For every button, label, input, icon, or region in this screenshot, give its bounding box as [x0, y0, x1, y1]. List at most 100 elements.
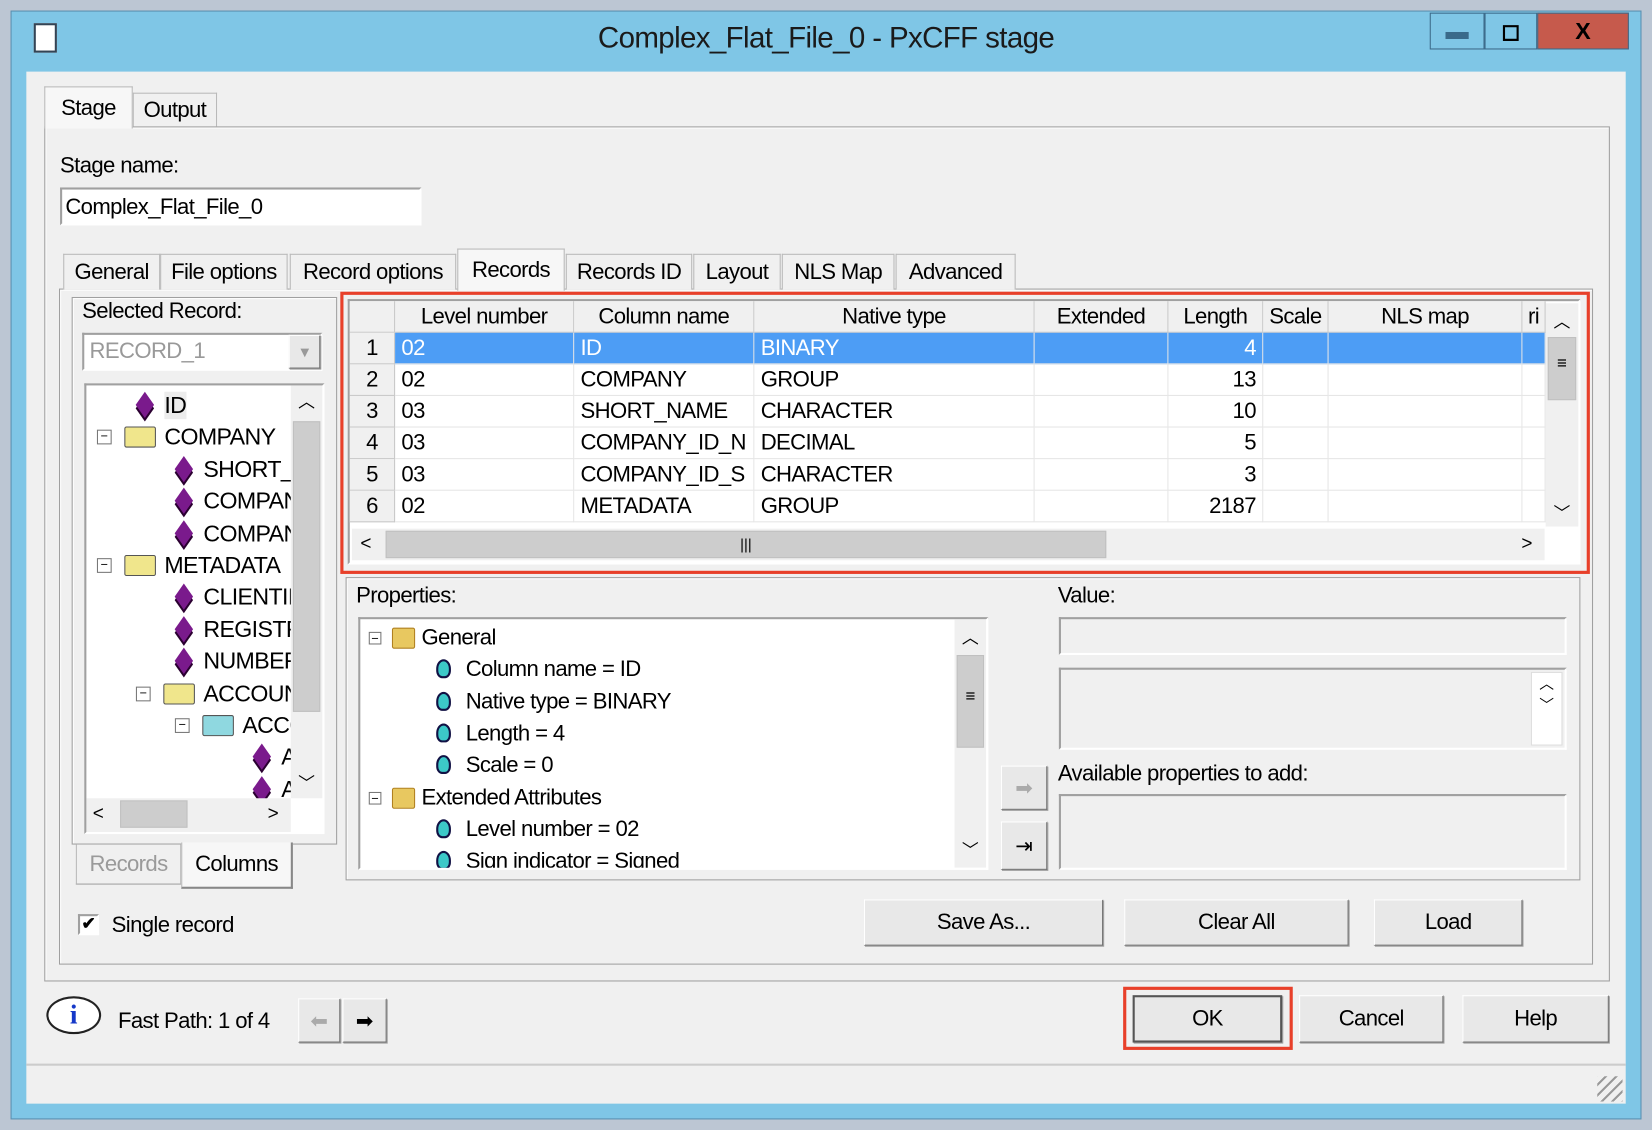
property-item[interactable]: Native type = BINARY: [360, 686, 950, 718]
column-header[interactable]: NLS map: [1328, 301, 1523, 333]
tree-item[interactable]: − METADATA: [86, 550, 297, 582]
add-property-button[interactable]: ➡: [1000, 765, 1048, 810]
tree-item[interactable]: SHORT_: [86, 454, 297, 486]
scroll-down-icon[interactable]: ﹀: [1546, 499, 1579, 524]
available-properties-list[interactable]: [1058, 794, 1567, 870]
tab-columns-bottom[interactable]: Columns: [181, 842, 293, 889]
collapse-icon[interactable]: −: [174, 718, 190, 733]
fast-path-back-button[interactable]: ⬅: [298, 998, 341, 1043]
chevron-down-icon[interactable]: ▼: [288, 334, 321, 369]
row-number[interactable]: 1: [349, 332, 396, 365]
collapse-icon[interactable]: −: [96, 430, 112, 445]
property-item[interactable]: Scale = 0: [360, 750, 950, 782]
scroll-left-icon[interactable]: <: [93, 802, 104, 824]
tree-vscrollbar[interactable]: ︿ ﹀: [290, 385, 323, 799]
column-header[interactable]: Scale: [1263, 301, 1329, 333]
tab-stage[interactable]: Stage: [44, 86, 133, 129]
tab-file-options[interactable]: File options: [160, 253, 288, 290]
property-item[interactable]: Sign indicator = Signed: [360, 846, 950, 868]
record-tree[interactable]: ID − COMPANY SHORT_ COMPAN COMPAN − METADATA CLI…: [84, 383, 325, 835]
table-row[interactable]: 2 02 COMPANY GROUP 13: [349, 364, 1546, 396]
property-item[interactable]: − Extended Attributes: [360, 782, 950, 814]
tree-item[interactable]: ID: [86, 390, 297, 422]
scroll-left-icon[interactable]: <: [360, 533, 371, 555]
row-number[interactable]: 2: [349, 364, 396, 396]
tab-records[interactable]: Records: [457, 248, 565, 291]
minimize-button[interactable]: ▬: [1429, 12, 1485, 50]
tab-layout[interactable]: Layout: [693, 253, 781, 290]
maximize-button[interactable]: ◻: [1484, 12, 1538, 50]
collapse-icon[interactable]: −: [368, 631, 382, 645]
props-vscrollbar[interactable]: ︿ ≡ ﹀: [954, 619, 987, 868]
scroll-up-icon[interactable]: ︿: [291, 388, 323, 413]
save-as-button[interactable]: Save As...: [863, 899, 1104, 946]
row-number[interactable]: 4: [349, 427, 396, 460]
tree-item[interactable]: COMPAN: [86, 486, 300, 518]
collapse-icon[interactable]: −: [96, 558, 112, 573]
table-row[interactable]: 5 03 COMPANY_ID_S CHARACTER 3: [349, 459, 1546, 491]
tree-hscrollbar[interactable]: < >: [86, 798, 291, 832]
collapse-icon[interactable]: −: [135, 686, 151, 701]
column-header[interactable]: Native type: [754, 301, 1035, 333]
help-button[interactable]: Help: [1462, 995, 1609, 1043]
tab-records-id[interactable]: Records ID: [565, 253, 693, 290]
scroll-up-icon[interactable]: ︿: [955, 623, 987, 648]
scroll-thumb[interactable]: ≡: [956, 655, 985, 748]
scroll-thumb[interactable]: [120, 800, 188, 828]
tree-item[interactable]: NUMBEF: [86, 646, 298, 678]
clear-all-button[interactable]: Clear All: [1124, 899, 1349, 946]
row-number[interactable]: 6: [349, 490, 396, 523]
selected-record-combo[interactable]: RECORD_1 ▼: [82, 332, 323, 371]
tab-nls-map[interactable]: NLS Map: [781, 253, 895, 290]
properties-tree[interactable]: − General Column name = ID Native type = BI…: [358, 617, 989, 870]
cancel-button[interactable]: Cancel: [1299, 995, 1444, 1043]
tree-item[interactable]: REGISTF: [86, 614, 300, 646]
tab-output[interactable]: Output: [132, 92, 218, 128]
load-button[interactable]: Load: [1373, 899, 1523, 946]
property-item[interactable]: − General: [360, 622, 950, 654]
row-number[interactable]: 5: [349, 459, 396, 491]
tree-item[interactable]: A: [86, 742, 297, 774]
table-row[interactable]: 3 03 SHORT_NAME CHARACTER 10: [349, 395, 1546, 428]
scroll-thumb[interactable]: |||: [385, 530, 1107, 559]
resize-grip-icon[interactable]: [1597, 1076, 1623, 1102]
scroll-right-icon[interactable]: >: [268, 802, 279, 824]
grid-vscrollbar[interactable]: ︿ ≡ ﹀: [1545, 303, 1579, 527]
tree-item[interactable]: − ACCOUN: [86, 678, 301, 710]
column-header[interactable]: ri: [1522, 301, 1546, 333]
table-row[interactable]: 1 02 ID BINARY 4: [349, 332, 1546, 365]
property-item[interactable]: Length = 4: [360, 718, 950, 750]
single-record-checkbox[interactable]: ✔: [77, 914, 100, 936]
property-item[interactable]: Column name = ID: [360, 654, 950, 686]
scroll-down-icon[interactable]: ﹀: [955, 836, 987, 861]
scroll-thumb[interactable]: [292, 421, 321, 712]
table-row[interactable]: 4 03 COMPANY_ID_N DECIMAL 5: [349, 427, 1546, 460]
tree-item[interactable]: COMPAN: [86, 518, 300, 550]
stage-name-input[interactable]: Complex_Flat_File_0: [60, 187, 422, 226]
close-button[interactable]: X: [1537, 12, 1629, 50]
property-item[interactable]: Level number = 02: [360, 814, 950, 846]
table-row[interactable]: 6 02 METADATA GROUP 2187: [349, 490, 1546, 523]
tab-general[interactable]: General: [63, 253, 161, 290]
tree-item[interactable]: CLIENTII: [86, 582, 297, 614]
value-input[interactable]: [1058, 617, 1567, 656]
scroll-up-icon[interactable]: ︿: [1546, 308, 1579, 333]
grid-hscrollbar[interactable]: < ||| >: [351, 528, 1545, 561]
tab-record-options[interactable]: Record options: [289, 253, 457, 290]
ok-button[interactable]: OK: [1132, 995, 1283, 1043]
column-header[interactable]: Column name: [574, 301, 755, 333]
tree-item[interactable]: − ACCC: [86, 710, 306, 742]
tree-item[interactable]: − COMPANY: [86, 422, 297, 454]
value-scrollbar[interactable]: ︿ ﹀: [1530, 671, 1563, 746]
tab-records-bottom[interactable]: Records: [75, 844, 182, 885]
row-number[interactable]: 3: [349, 395, 396, 428]
value-textarea[interactable]: ︿ ﹀: [1058, 667, 1567, 750]
column-header[interactable]: Extended: [1034, 301, 1169, 333]
collapse-icon[interactable]: −: [368, 791, 382, 805]
tab-advanced[interactable]: Advanced: [895, 253, 1016, 290]
column-header[interactable]: Level number: [395, 301, 575, 333]
add-all-properties-button[interactable]: ⇥: [1000, 821, 1048, 870]
scroll-down-icon[interactable]: ﹀: [291, 769, 323, 794]
fast-path-next-button[interactable]: ➡: [342, 998, 387, 1043]
scroll-right-icon[interactable]: >: [1521, 533, 1532, 555]
